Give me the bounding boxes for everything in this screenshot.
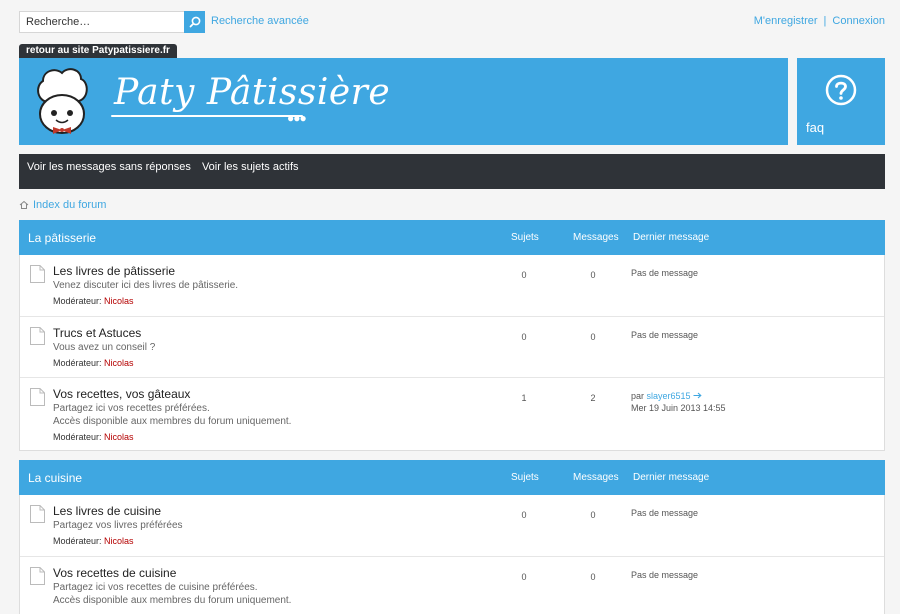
forum-title[interactable]: Vos recettes, vos gâteaux — [53, 387, 190, 401]
active-topics-link[interactable]: Voir les sujets actifs — [202, 161, 299, 173]
register-link[interactable]: M'enregistrer — [754, 15, 818, 27]
moderator-link[interactable]: Nicolas — [104, 432, 134, 442]
column-posts: Messages — [573, 232, 619, 243]
topic-count: 0 — [521, 332, 527, 342]
category-title[interactable]: La pâtisserie — [28, 231, 96, 245]
forum-row: Vos recettes de cuisine Partagez ici vos… — [20, 556, 884, 614]
last-post: Pas de message — [631, 508, 699, 518]
column-last-post: Dernier message — [633, 472, 710, 483]
category-patisserie: La pâtisserie Sujets Messages Dernier me… — [19, 220, 885, 451]
post-count: 0 — [590, 510, 596, 520]
forum-moderator: Modérateur: Nicolas — [53, 358, 134, 368]
forum-read-icon — [30, 265, 45, 283]
column-posts: Messages — [573, 472, 619, 483]
post-count: 2 — [590, 393, 596, 403]
forum-title[interactable]: Trucs et Astuces — [53, 326, 141, 340]
back-to-site-link[interactable]: retour au site Patypatissiere.fr — [19, 44, 177, 58]
category-header: La cuisine Sujets Messages Dernier messa… — [19, 460, 885, 495]
search-icon — [189, 16, 200, 28]
chef-hat-logo-icon — [37, 68, 88, 134]
search-box — [19, 11, 205, 33]
forum-index-link[interactable]: Index du forum — [33, 199, 106, 211]
post-count: 0 — [590, 332, 596, 342]
last-post: Pas de message — [631, 268, 699, 278]
forum-description: Partagez ici vos recettes préférées. Accè… — [53, 403, 292, 427]
breadcrumb: Index du forum — [19, 199, 106, 211]
category-cuisine: La cuisine Sujets Messages Dernier messa… — [19, 460, 885, 614]
post-count: 0 — [590, 572, 596, 582]
moderator-label: Modérateur: — [53, 296, 102, 306]
forum-title[interactable]: Les livres de cuisine — [53, 504, 161, 518]
forum-description: Partagez ici vos recettes de cuisine pré… — [53, 582, 292, 606]
column-topics: Sujets — [511, 472, 539, 483]
moderator-label: Modérateur: — [53, 358, 102, 368]
forum-row: Trucs et Astuces Vous avez un conseil ? … — [20, 316, 884, 377]
forum-read-icon — [30, 567, 45, 585]
forum-row: Les livres de pâtisserie Venez discuter … — [20, 255, 884, 316]
forum-description: Partagez vos livres préférées — [53, 520, 183, 531]
faq-button[interactable]: faq — [797, 58, 885, 145]
question-icon — [825, 74, 857, 106]
unanswered-posts-link[interactable]: Voir les messages sans réponses — [27, 161, 191, 173]
column-last-post: Dernier message — [633, 232, 710, 243]
moderator-link[interactable]: Nicolas — [104, 296, 134, 306]
topic-count: 1 — [521, 393, 527, 403]
forum-read-icon — [30, 327, 45, 345]
last-post-author-link[interactable]: slayer6515 — [647, 391, 691, 401]
topic-count: 0 — [521, 510, 527, 520]
forum-moderator: Modérateur: Nicolas — [53, 536, 134, 546]
forum-row: Vos recettes, vos gâteaux Partagez ici v… — [20, 377, 884, 450]
nav-bar: Voir les messages sans réponses Voir les… — [19, 154, 885, 189]
title-underline — [111, 115, 303, 117]
forum-description: Venez discuter ici des livres de pâtisse… — [53, 280, 239, 291]
login-link[interactable]: Connexion — [832, 15, 885, 27]
last-post-date: Mer 19 Juin 2013 14:55 — [631, 403, 726, 413]
faq-label: faq — [806, 120, 825, 135]
topic-count: 0 — [521, 572, 527, 582]
search-button[interactable] — [184, 11, 205, 33]
user-links: M'enregistrer | Connexion — [754, 15, 885, 27]
last-post: Pas de message — [631, 330, 699, 340]
column-topics: Sujets — [511, 232, 539, 243]
category-title[interactable]: La cuisine — [28, 471, 82, 485]
advanced-search-link[interactable]: Recherche avancée — [211, 15, 309, 27]
moderator-label: Modérateur: — [53, 432, 102, 442]
forum-row: Les livres de cuisine Partagez vos livre… — [20, 495, 884, 556]
forum-description: Vous avez un conseil ? — [53, 342, 156, 353]
forum-moderator: Modérateur: Nicolas — [53, 296, 134, 306]
title-dots: ●●● — [287, 111, 307, 125]
forum-title[interactable]: Les livres de pâtisserie — [53, 264, 175, 278]
last-post: Pas de message — [631, 570, 699, 580]
post-count: 0 — [590, 270, 596, 280]
forum-read-icon — [30, 388, 45, 406]
forum-moderator: Modérateur: Nicolas — [53, 432, 134, 442]
site-banner[interactable]: Paty Pâtissière ●●● — [19, 58, 788, 145]
goto-last-post-icon[interactable] — [693, 392, 702, 399]
moderator-link[interactable]: Nicolas — [104, 358, 134, 368]
moderator-label: Modérateur: — [53, 536, 102, 546]
last-post: par slayer6515 Mer 19 Juin 2013 14:55 — [631, 391, 726, 413]
moderator-link[interactable]: Nicolas — [104, 536, 134, 546]
search-input[interactable] — [20, 12, 186, 32]
topic-count: 0 — [521, 270, 527, 280]
forum-read-icon — [30, 505, 45, 523]
forum-title[interactable]: Vos recettes de cuisine — [53, 566, 176, 580]
separator: | — [823, 15, 827, 27]
site-title: Paty Pâtissière — [114, 72, 391, 113]
home-icon — [19, 200, 29, 209]
category-header: La pâtisserie Sujets Messages Dernier me… — [19, 220, 885, 255]
